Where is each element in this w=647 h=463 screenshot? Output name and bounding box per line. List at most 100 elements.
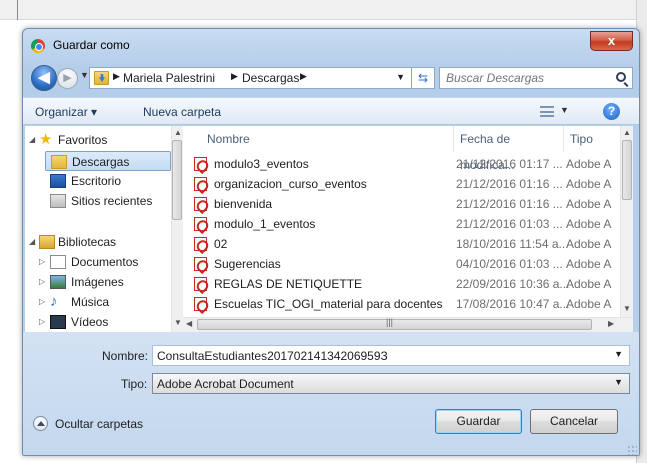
view-options-icon[interactable] <box>540 106 554 117</box>
column-header-name[interactable]: Nombre <box>201 126 454 152</box>
sidebar-item-bibliotecas[interactable]: ◢ Bibliotecas <box>25 232 173 252</box>
sidebar-item-documentos[interactable]: ▷ Documentos <box>25 252 173 272</box>
sidebar-item-favoritos[interactable]: ◢ ★ Favoritos <box>25 130 173 150</box>
pdf-icon <box>194 277 207 291</box>
help-icon[interactable]: ? <box>603 103 620 120</box>
column-header-date[interactable]: Fecha de modifica... <box>454 126 564 172</box>
breadcrumb-downloads[interactable]: Descargas <box>242 71 299 85</box>
scroll-left-icon[interactable]: ◀ <box>186 319 192 328</box>
file-type-label: Tipo: <box>121 377 148 391</box>
address-dropdown-icon[interactable]: ▼ <box>396 72 405 82</box>
file-name-field[interactable]: ConsultaEstudiantes20170214134206959З ▼ <box>152 345 630 366</box>
file-date: 18/10/2016 11:54 a... <box>456 237 569 251</box>
file-name: 02 <box>214 237 228 251</box>
sidebar-item-label: Imágenes <box>71 275 124 289</box>
scrollbar-thumb[interactable]: ||| <box>197 317 592 330</box>
navigation-pane: ◢ ★ Favoritos Descargas Escritorio Sitio… <box>25 126 175 332</box>
scrollbar-thumb[interactable] <box>172 140 182 220</box>
save-options-panel: Nombre: ConsultaEstudiantes2017021413420… <box>23 332 639 455</box>
downloads-folder-icon <box>51 155 67 169</box>
organize-button[interactable]: Organizar ▾ <box>35 105 97 119</box>
file-row[interactable]: modulo_1_eventos 21/12/2016 01:03 ... Ad… <box>183 214 619 234</box>
file-type-select[interactable]: Adobe Acrobat Document ▼ <box>152 373 630 394</box>
file-row[interactable]: Escuelas TIC_OGI_material para docentes … <box>183 294 619 314</box>
file-row[interactable]: modulo3_eventos 21/12/2016 01:17 ... Ado… <box>183 154 619 174</box>
search-box[interactable] <box>439 67 633 89</box>
grip-icon: ||| <box>386 317 394 327</box>
file-row[interactable]: 02 18/10/2016 11:54 a... Adobe A <box>183 234 619 254</box>
breadcrumb-user[interactable]: Mariela Palestrini <box>123 71 215 85</box>
scroll-right-icon[interactable]: ▶ <box>608 319 614 328</box>
column-header-type[interactable]: Tipo <box>564 126 624 152</box>
file-row[interactable]: Sugerencias 04/10/2016 01:03 ... Adobe A <box>183 254 619 274</box>
sidebar-item-escritorio[interactable]: Escritorio <box>25 171 173 191</box>
downloads-folder-icon <box>94 71 109 85</box>
sidebar-item-label: Música <box>71 295 110 309</box>
file-date: 21/12/2016 01:16 ... <box>456 177 563 191</box>
expand-icon[interactable]: ▷ <box>39 272 45 292</box>
file-row[interactable]: organizacion_curso_eventos 21/12/2016 01… <box>183 174 619 194</box>
file-list-hscrollbar[interactable]: ◀ ||| ▶ <box>183 317 633 332</box>
expand-icon[interactable]: ▷ <box>39 252 45 272</box>
file-type: Adobe A <box>566 197 612 211</box>
file-row[interactable]: REGLAS DE NETIQUETTE 22/09/2016 10:36 a.… <box>183 274 619 294</box>
save-button[interactable]: Guardar <box>435 409 522 434</box>
search-input[interactable] <box>446 71 596 85</box>
file-name: Sugerencias <box>214 257 281 271</box>
sidebar-item-sitios-recientes[interactable]: Sitios recientes <box>25 191 173 211</box>
sidebar-item-label: Descargas <box>72 155 130 169</box>
address-bar[interactable]: ▶ Mariela Palestrini ▶ Descargas ▶ ▼ <box>89 67 412 89</box>
scroll-down-icon[interactable]: ▼ <box>174 318 182 327</box>
pdf-icon <box>194 297 207 311</box>
star-icon: ★ <box>39 131 53 148</box>
resize-grip-icon[interactable] <box>627 445 637 455</box>
cancel-button[interactable]: Cancelar <box>530 409 618 434</box>
file-type: Adobe A <box>566 157 612 171</box>
file-type: Adobe A <box>566 177 612 191</box>
sidebar-item-musica[interactable]: ▷ ♪ Música <box>25 292 173 312</box>
sidebar-item-videos[interactable]: ▷ Vídeos <box>25 312 173 332</box>
sidebar-item-label: Sitios recientes <box>71 194 153 208</box>
forward-button[interactable]: ▶ <box>57 68 78 89</box>
desktop-icon <box>50 174 66 188</box>
window-title: Guardar como <box>53 38 130 52</box>
expand-icon[interactable]: ▷ <box>39 292 45 312</box>
file-type: Adobe A <box>566 277 612 291</box>
file-list-scrollbar[interactable]: ▲ ▼ <box>620 126 633 317</box>
file-type: Adobe A <box>566 297 612 311</box>
sidebar-item-label: Escritorio <box>71 174 122 188</box>
pdf-icon <box>194 217 207 231</box>
sidebar-item-imagenes[interactable]: ▷ Imágenes <box>25 272 173 292</box>
navigation-scrollbar[interactable]: ▲ ▼ <box>171 126 183 332</box>
file-name: REGLAS DE NETIQUETTE <box>214 277 363 291</box>
title-bar[interactable]: Guardar como x <box>23 29 639 59</box>
sidebar-item-label: Bibliotecas <box>58 235 117 249</box>
file-date: 17/08/2016 10:47 a... <box>456 297 570 311</box>
file-date: 21/12/2016 01:16 ... <box>456 197 563 211</box>
view-dropdown-icon[interactable]: ▼ <box>560 105 569 115</box>
expand-icon[interactable]: ▷ <box>39 312 45 332</box>
breadcrumb-separator-icon[interactable]: ▶ <box>231 71 238 82</box>
new-folder-button[interactable]: Nueva carpeta <box>143 105 221 119</box>
sidebar-item-label: Favoritos <box>58 133 108 147</box>
arrow-right-icon: ▶ <box>63 72 72 84</box>
close-button[interactable]: x <box>590 31 633 51</box>
breadcrumb-separator-icon[interactable]: ▶ <box>300 71 307 82</box>
chevron-down-icon[interactable]: ▼ <box>614 349 623 359</box>
search-icon[interactable] <box>616 72 626 82</box>
breadcrumb-separator-icon[interactable]: ▶ <box>113 71 120 82</box>
scroll-up-icon[interactable]: ▲ <box>174 128 182 137</box>
collapse-icon[interactable]: ◢ <box>29 232 35 252</box>
chevron-down-icon[interactable]: ▼ <box>614 377 623 387</box>
recent-locations-dropdown[interactable]: ▼ <box>80 70 89 80</box>
background-divider <box>17 0 18 20</box>
file-row[interactable]: bienvenida 21/12/2016 01:16 ... Adobe A <box>183 194 619 214</box>
pdf-icon <box>194 197 207 211</box>
scroll-down-icon[interactable]: ▼ <box>623 304 631 313</box>
scrollbar-thumb[interactable] <box>622 140 632 200</box>
collapse-icon[interactable]: ◢ <box>29 130 35 150</box>
refresh-button[interactable]: ⇆ <box>412 67 435 89</box>
back-button[interactable]: ◀ <box>31 65 57 91</box>
scroll-up-icon[interactable]: ▲ <box>623 128 631 137</box>
sidebar-item-descargas[interactable]: Descargas <box>45 151 171 171</box>
